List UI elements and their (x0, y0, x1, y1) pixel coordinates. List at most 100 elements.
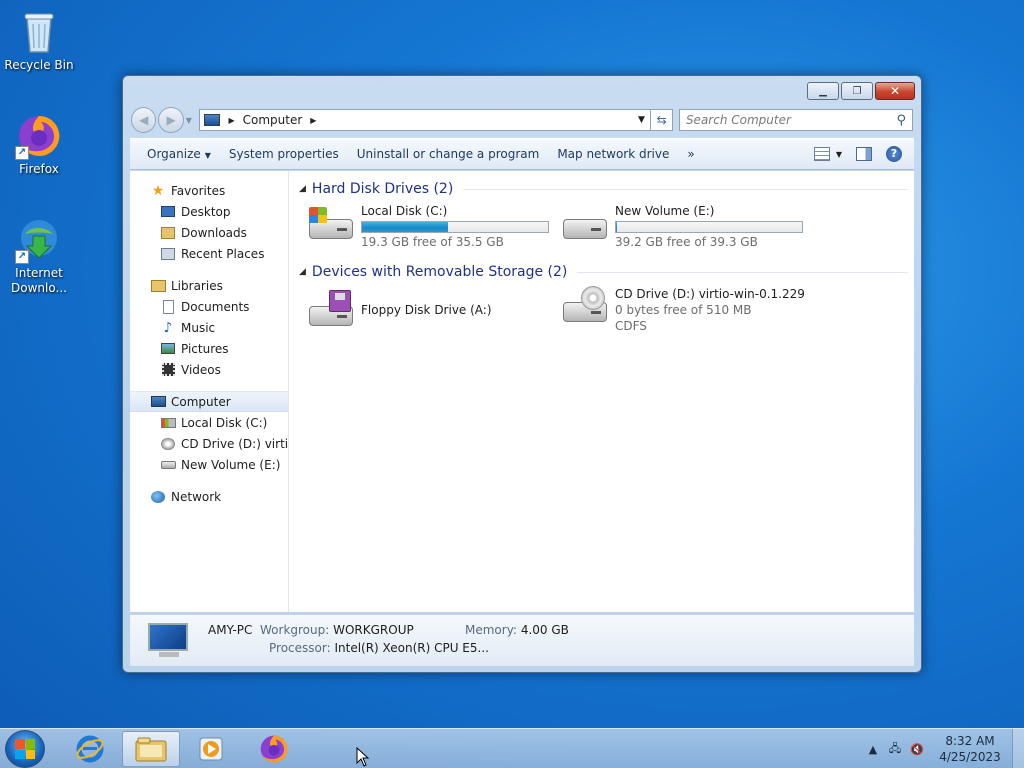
drive-name: CD Drive (D:) virtio-win-0.1.229 (615, 287, 805, 301)
libraries-icon (150, 279, 166, 293)
windows-drive-icon (307, 203, 355, 243)
internet-download-manager-icon: ↗ (15, 216, 63, 264)
explorer-body: ★ Favorites Desktop Downloads Recent Pla… (130, 171, 914, 612)
sidebar-item-videos[interactable]: Videos (130, 359, 288, 380)
music-icon: ♪ (163, 319, 173, 336)
drive-item-d[interactable]: CD Drive (D:) virtio-win-0.1.229 0 bytes… (561, 286, 815, 334)
breadcrumb-arrow-icon[interactable]: ▶ (228, 116, 234, 125)
clock[interactable]: 8:32 AM 4/25/2023 (928, 733, 1012, 765)
drive-usage-bar (361, 221, 549, 233)
cd-drive-icon (160, 437, 176, 451)
sidebar-item-label: Videos (181, 362, 221, 377)
computer-monitor-icon (148, 623, 190, 657)
firefox-icon: ↗ (15, 112, 63, 160)
internet-explorer-icon (76, 735, 104, 763)
group-header-hard-disk-drives[interactable]: ◢ Hard Disk Drives (2) (299, 179, 908, 199)
recent-pages-dropdown-icon[interactable]: ▼ (186, 116, 196, 125)
back-button[interactable]: ◀ (131, 107, 157, 133)
maximize-button[interactable]: ❐ (841, 82, 873, 100)
desktop-icon-label: Firefox (19, 162, 59, 176)
organize-button[interactable]: Organize ▼ (147, 147, 211, 161)
system-properties-button[interactable]: System properties (229, 147, 339, 161)
minimize-button[interactable]: ▁ (807, 82, 839, 100)
sidebar-item-documents[interactable]: Documents (130, 296, 288, 317)
sidebar-item-label: Local Disk (C:) (181, 415, 268, 430)
hard-disk-drives-row: Local Disk (C:) 19.3 GB free of 35.5 GB … (307, 203, 908, 250)
sidebar-item-libraries[interactable]: Libraries (130, 275, 288, 296)
sidebar-item-computer[interactable]: Computer (130, 391, 288, 412)
drive-usage-bar (615, 221, 803, 233)
group-title: Hard Disk Drives (2) (311, 181, 454, 197)
window-controls: ▁ ❐ ✕ (807, 82, 915, 100)
sidebar-item-desktop[interactable]: Desktop (130, 201, 288, 222)
drive-free-space: 0 bytes free of 510 MB (615, 303, 752, 317)
recent-places-icon (160, 247, 176, 261)
uninstall-program-button[interactable]: Uninstall or change a program (357, 147, 540, 161)
refresh-icon[interactable]: ⇆ (651, 109, 673, 131)
network-icon[interactable]: 🖧 (884, 740, 906, 759)
sidebar-item-label: Favorites (171, 183, 226, 198)
sidebar-item-label: Documents (181, 299, 250, 314)
taskbar-media-player[interactable] (183, 731, 241, 767)
command-bar: Organize ▼ System properties Uninstall or… (130, 138, 914, 170)
desktop-icon-recycle-bin[interactable]: Recycle Bin (1, 8, 77, 73)
desktop-icon (160, 205, 176, 219)
drive-name: Floppy Disk Drive (A:) (361, 303, 492, 317)
drive-usage-fill (362, 222, 448, 232)
sidebar-item-cd-drive-d[interactable]: CD Drive (D:) virtio-w (130, 433, 288, 454)
show-desktop-button[interactable] (1012, 729, 1024, 768)
breadcrumb-computer[interactable]: Computer (243, 113, 303, 127)
sidebar-item-favorites[interactable]: ★ Favorites (130, 180, 288, 201)
cd-drive-icon (561, 286, 609, 326)
sidebar-item-pictures[interactable]: Pictures (130, 338, 288, 359)
taskbar-firefox[interactable] (245, 731, 303, 767)
volume-muted-icon[interactable]: 🔇 (906, 743, 928, 756)
preview-pane-icon[interactable] (856, 147, 872, 161)
drive-file-system: CDFS (615, 319, 647, 333)
search-placeholder: Search Computer (685, 113, 791, 127)
address-dropdown-icon[interactable]: ▼ (632, 115, 650, 125)
show-hidden-icons-button[interactable]: ▲ (862, 743, 884, 756)
drive-item-c[interactable]: Local Disk (C:) 19.3 GB free of 35.5 GB (307, 203, 561, 250)
explorer-window: ▁ ❐ ✕ ◀ ▶ ▼ ▶ Computer ▶ ▼ ⇆ Search Comp… (122, 75, 922, 673)
close-button[interactable]: ✕ (875, 82, 915, 100)
group-header-removable-storage[interactable]: ◢ Devices with Removable Storage (2) (299, 262, 908, 282)
clock-date: 4/25/2023 (939, 750, 1001, 764)
sidebar-item-network[interactable]: Network (130, 486, 288, 507)
more-commands-button[interactable]: » (687, 147, 694, 161)
shortcut-arrow-icon: ↗ (15, 250, 29, 264)
desktop-icon-label: Internet Downlo... (11, 266, 67, 295)
breadcrumb-arrow-icon[interactable]: ▶ (310, 116, 316, 125)
drive-name: New Volume (E:) (615, 204, 715, 218)
map-network-drive-button[interactable]: Map network drive (557, 147, 669, 161)
sidebar-item-recent-places[interactable]: Recent Places (130, 243, 288, 264)
search-icon[interactable]: ⚲ (896, 113, 906, 128)
desktop-icon-internet-download-manager[interactable]: ↗ Internet Downlo... (1, 216, 77, 296)
windows-drive-icon (160, 416, 176, 430)
help-icon[interactable]: ? (886, 146, 902, 162)
sidebar-item-label: Network (171, 489, 222, 504)
documents-icon (160, 299, 176, 314)
desktop-icon-firefox[interactable]: ↗ Firefox (1, 112, 77, 177)
change-view-button[interactable]: ▼ (813, 147, 842, 161)
sidebar-item-music[interactable]: ♪ Music (130, 317, 288, 338)
computer-name: AMY-PC (208, 623, 253, 637)
drive-usage-fill (616, 222, 617, 232)
sidebar-item-new-volume-e[interactable]: New Volume (E:) (130, 454, 288, 475)
computer-icon (204, 114, 221, 126)
media-player-icon (199, 737, 223, 761)
forward-button[interactable]: ▶ (158, 107, 184, 133)
firefox-icon (260, 735, 288, 763)
drive-item-a[interactable]: Floppy Disk Drive (A:) (307, 286, 561, 334)
address-bar[interactable]: ▶ Computer ▶ ▼ (199, 109, 652, 131)
drive-item-e[interactable]: New Volume (E:) 39.2 GB free of 39.3 GB (561, 203, 815, 250)
taskbar-windows-explorer[interactable] (122, 731, 180, 767)
start-button[interactable] (5, 730, 45, 768)
file-list: ◢ Hard Disk Drives (2) Local Disk (C:) 1… (289, 171, 914, 612)
sidebar-item-downloads[interactable]: Downloads (130, 222, 288, 243)
organize-label: Organize (147, 147, 201, 161)
search-input[interactable]: Search Computer ⚲ (678, 109, 914, 131)
taskbar-internet-explorer[interactable] (61, 731, 119, 767)
workgroup-label: Workgroup: (260, 623, 330, 637)
sidebar-item-local-disk-c[interactable]: Local Disk (C:) (130, 412, 288, 433)
